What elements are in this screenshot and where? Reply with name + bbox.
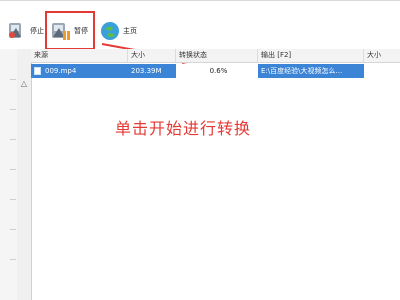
col-source[interactable]: 来源 (31, 49, 128, 62)
file-icon (34, 67, 41, 75)
row-size: 203.39M (128, 64, 176, 78)
table-header: 来源 大小 转换状态 输出 [F2] 大小 (31, 49, 400, 63)
stop-icon (6, 20, 28, 42)
row-output: E:\百度经验\大视频怎么... (258, 64, 364, 78)
col-out-size[interactable]: 大小 (364, 49, 400, 62)
left-panel-strip (0, 49, 18, 300)
vertical-scrollbar[interactable]: △ (17, 49, 32, 300)
row-out-size (364, 64, 400, 78)
pause-highlight-box (45, 11, 95, 50)
annotation-text: 单击开始进行转换 (115, 119, 252, 138)
col-size[interactable]: 大小 (128, 49, 176, 62)
home-label: 主页 (123, 27, 137, 35)
scroll-up-icon[interactable]: △ (19, 79, 29, 89)
col-output[interactable]: 输出 [F2] (258, 49, 364, 62)
stop-button[interactable]: 停止 (6, 17, 44, 45)
row-source: 009.mp4 (31, 64, 128, 78)
col-status[interactable]: 转换状态 (176, 49, 258, 62)
row-status: 0.6% (209, 67, 228, 75)
stop-label: 停止 (30, 27, 44, 35)
toolbar: 停止 暂停 主页 (0, 1, 400, 50)
home-icon (99, 20, 121, 42)
table-row[interactable]: 009.mp4 203.39M 0.6% E:\百度经验\大视频怎么... (31, 64, 400, 78)
row-source-text: 009.mp4 (45, 67, 77, 75)
